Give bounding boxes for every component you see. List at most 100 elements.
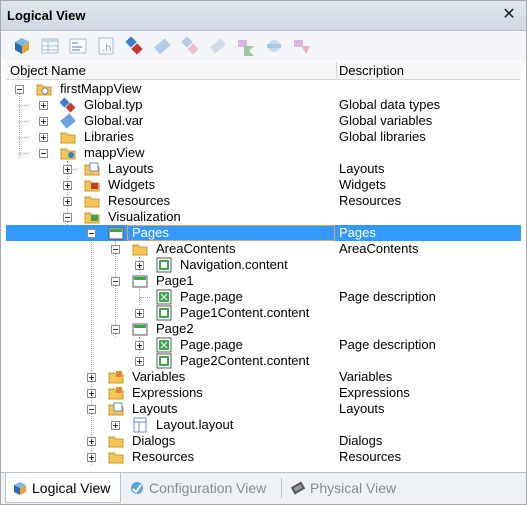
tree-item-page2[interactable]: Page2	[6, 321, 521, 337]
tree-item-areacontents[interactable]: AreaContents AreaContents	[6, 241, 521, 257]
expand-toggle[interactable]	[135, 261, 144, 270]
collapse-toggle[interactable]	[87, 229, 96, 238]
tab-label: Logical View	[32, 480, 111, 496]
tree-item-global-var[interactable]: Global.var Global variables	[6, 113, 521, 129]
tree-item-layout-layout[interactable]: Layout.layout	[6, 417, 521, 433]
tree-item-expressions[interactable]: Expressions Expressions	[6, 385, 521, 401]
tree-item-description: Resources	[339, 193, 402, 208]
tree-item-description: Pages	[339, 225, 376, 240]
expand-toggle[interactable]	[63, 165, 72, 174]
tree-line	[20, 105, 29, 106]
view-cube-icon[interactable]	[12, 36, 32, 56]
tree-item-label: Layouts	[132, 401, 178, 416]
column-separator[interactable]	[336, 62, 337, 80]
tree-item-page2content-content[interactable]: Page2Content.content	[6, 353, 521, 369]
tree-item-label: firstMappView	[60, 81, 142, 96]
configuration-view-icon	[129, 480, 145, 496]
expand-toggle[interactable]	[87, 453, 96, 462]
tree-item-navigation-content[interactable]: Navigation.content	[6, 257, 521, 273]
tree-item-label: Navigation.content	[180, 257, 288, 272]
tree-item-page-page-1[interactable]: Page.page Page description	[6, 289, 521, 305]
collapse-toggle[interactable]	[63, 213, 72, 222]
content-file-icon	[156, 257, 172, 273]
expand-toggle[interactable]	[63, 197, 72, 206]
tree-item-visualization[interactable]: Visualization	[6, 209, 521, 225]
tree-item-description: Global variables	[339, 113, 433, 128]
expand-toggle[interactable]	[39, 101, 48, 110]
tree-item-label: mappView	[84, 145, 145, 160]
edit-icon[interactable]	[152, 36, 172, 56]
column-description[interactable]: Description	[339, 63, 404, 78]
tab-logical-view[interactable]: Logical View	[5, 473, 121, 503]
expand-toggle[interactable]	[39, 133, 48, 142]
tab-physical-view[interactable]: Physical View	[284, 473, 404, 503]
tree-item-page-page-2[interactable]: Page.page Page description	[6, 337, 521, 353]
tree-item-description: Global libraries	[339, 129, 426, 144]
expand-toggle[interactable]	[63, 181, 72, 190]
tree-item-layouts-2[interactable]: Layouts Layouts	[6, 401, 521, 417]
mappview-folder-icon	[60, 145, 76, 161]
collapse-toggle[interactable]	[111, 277, 120, 286]
expand-toggle[interactable]	[87, 437, 96, 446]
visualization-folder-icon	[84, 209, 100, 225]
tab-configuration-view[interactable]: Configuration View	[123, 473, 281, 503]
network-icon[interactable]	[124, 36, 144, 56]
collapse-toggle[interactable]	[39, 149, 48, 158]
tree-item-label: Global.var	[84, 113, 144, 128]
column-object-name[interactable]: Object Name	[10, 63, 86, 78]
tree-item-resources[interactable]: Resources Resources	[6, 193, 521, 209]
expand-toggle[interactable]	[135, 309, 144, 318]
tree-item-resources-2[interactable]: Resources Resources	[6, 449, 521, 465]
tree-item-description: Page description	[339, 289, 436, 304]
erase-icon[interactable]	[208, 36, 228, 56]
tree-item-label: Resources	[132, 449, 195, 464]
delete-arrow-icon[interactable]	[292, 36, 312, 56]
tree-item-dialogs[interactable]: Dialogs Dialogs	[6, 433, 521, 449]
close-icon[interactable]: ✕	[500, 6, 518, 24]
tree-item-firstmappview[interactable]: firstMappView	[6, 81, 521, 97]
tree-item-page1[interactable]: Page1	[6, 273, 521, 289]
tree-item-description: Global data types	[339, 97, 441, 112]
tree-item-widgets[interactable]: Widgets Widgets	[6, 177, 521, 193]
tree-item-layouts[interactable]: Layouts Layouts	[6, 161, 521, 177]
expand-toggle[interactable]	[111, 421, 120, 430]
logical-view-panel: Logical View ✕ .h Object Name Descriptio…	[0, 0, 527, 505]
arrow-right-icon[interactable]	[236, 36, 256, 56]
tree-item-pages[interactable]: Pages Pages	[6, 225, 521, 241]
tree-item-label: Page2	[156, 321, 194, 336]
tree-item-label: Libraries	[84, 129, 134, 144]
collapse-toggle[interactable]	[111, 245, 120, 254]
folder-icon	[132, 241, 148, 257]
expand-toggle[interactable]	[135, 341, 144, 350]
table-icon[interactable]	[40, 36, 60, 56]
collapse-toggle[interactable]	[111, 325, 120, 334]
datatype-file-icon	[60, 97, 76, 113]
network-edit-icon[interactable]	[180, 36, 200, 56]
tree-item-mappview[interactable]: mappView	[6, 145, 521, 161]
expand-toggle[interactable]	[135, 357, 144, 366]
expand-toggle[interactable]	[87, 389, 96, 398]
widgets-folder-icon	[84, 177, 100, 193]
layout-file-icon	[132, 417, 148, 433]
panel-title: Logical View	[7, 8, 86, 23]
expand-toggle[interactable]	[39, 117, 48, 126]
page-file-icon	[156, 337, 172, 353]
folder-icon	[108, 433, 124, 449]
tree-item-label: Expressions	[132, 385, 203, 400]
folder-icon	[108, 449, 124, 465]
properties-icon[interactable]	[68, 36, 88, 56]
collapse-toggle[interactable]	[15, 85, 24, 94]
tab-label: Configuration View	[149, 480, 267, 496]
tree-item-global-typ[interactable]: Global.typ Global data types	[6, 97, 521, 113]
tree-item-label: Pages	[132, 225, 169, 240]
expand-toggle[interactable]	[87, 373, 96, 382]
tree-item-label: Layout.layout	[156, 417, 234, 432]
page-folder-icon	[132, 321, 148, 337]
tree-item-page1content-content[interactable]: Page1Content.content	[6, 305, 521, 321]
tree-item-label: Layouts	[108, 161, 154, 176]
tree-item-variables[interactable]: Variables Variables	[6, 369, 521, 385]
collapse-toggle[interactable]	[87, 405, 96, 414]
tree-item-libraries[interactable]: Libraries Global libraries	[6, 129, 521, 145]
sync-icon[interactable]	[264, 36, 284, 56]
header-file-icon[interactable]: .h	[96, 36, 116, 56]
